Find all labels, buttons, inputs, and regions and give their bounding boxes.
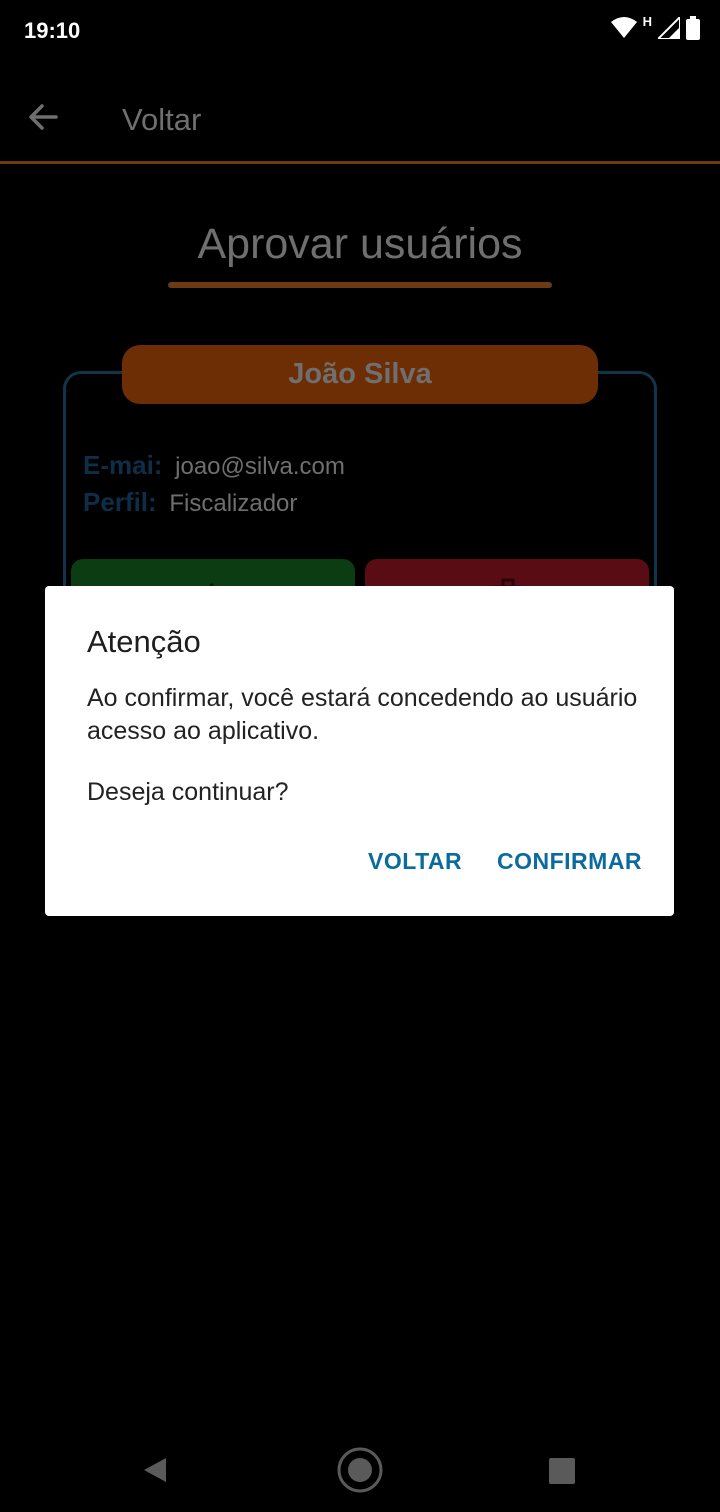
status-time: 19:10 bbox=[24, 18, 81, 43]
cell-signal-icon bbox=[658, 17, 680, 39]
dialog-message: Ao confirmar, você estará concedendo ao … bbox=[87, 684, 638, 745]
network-type-label: H bbox=[642, 14, 652, 29]
user-name: João Silva bbox=[288, 358, 432, 390]
app-bar: Voltar bbox=[0, 64, 720, 164]
email-row: E-mai: joao@silva.com bbox=[83, 450, 345, 481]
email-label: E-mai: bbox=[83, 450, 163, 480]
profile-row: Perfil: Fiscalizador bbox=[83, 487, 297, 518]
title-underline bbox=[168, 282, 552, 288]
dialog-confirm-button[interactable]: CONFIRMAR bbox=[497, 848, 642, 875]
page-title: Aprovar usuários bbox=[197, 220, 523, 268]
back-label[interactable]: Voltar bbox=[122, 102, 201, 138]
nav-home-icon[interactable] bbox=[336, 1446, 384, 1494]
profile-value: Fiscalizador bbox=[169, 490, 298, 517]
nav-back-icon[interactable] bbox=[142, 1456, 168, 1484]
profile-label: Perfil: bbox=[83, 487, 157, 517]
dialog-title: Atenção bbox=[87, 624, 201, 659]
dialog-question: Deseja continuar? bbox=[87, 778, 289, 806]
navigation-bar bbox=[0, 1430, 720, 1512]
email-value: joao@silva.com bbox=[175, 453, 345, 480]
nav-recents-icon[interactable] bbox=[549, 1458, 575, 1484]
status-bar: 19:10 H bbox=[0, 0, 720, 64]
confirmation-dialog: Atenção Ao confirmar, você estará conced… bbox=[45, 586, 674, 916]
wifi-icon bbox=[610, 17, 637, 38]
battery-icon bbox=[686, 16, 700, 40]
user-name-header: João Silva bbox=[122, 345, 598, 404]
status-icons: H bbox=[610, 14, 700, 40]
back-arrow-icon[interactable] bbox=[26, 100, 60, 134]
dialog-cancel-button[interactable]: VOLTAR bbox=[368, 848, 462, 875]
